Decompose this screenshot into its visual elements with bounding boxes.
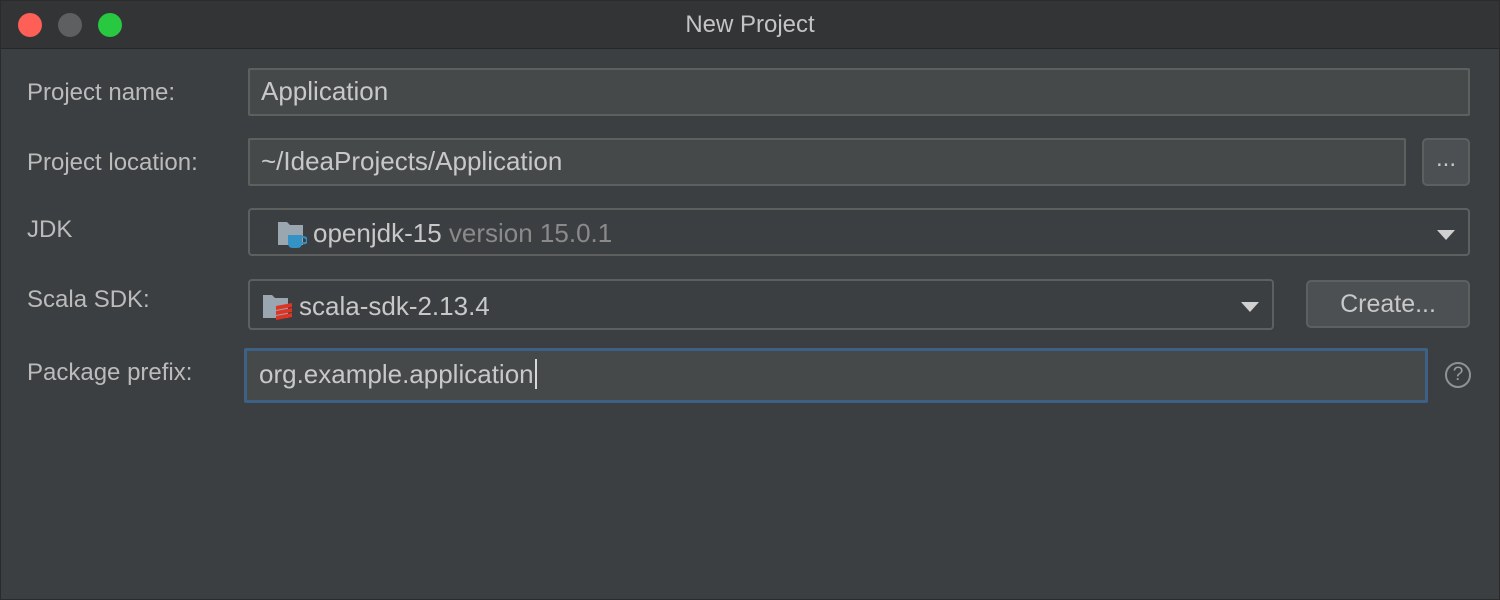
package-prefix-label: Package prefix: — [27, 359, 193, 386]
scala-sdk-dropdown[interactable]: scala-sdk-2.13.4 — [248, 279, 1274, 330]
help-icon[interactable]: ? — [1445, 362, 1471, 388]
jdk-dropdown[interactable]: openjdk-15 version 15.0.1 — [248, 208, 1470, 256]
browse-location-button[interactable]: ... — [1422, 138, 1470, 186]
new-project-window: New Project Project name: Application Pr… — [0, 0, 1500, 600]
create-sdk-button[interactable]: Create... — [1306, 280, 1470, 328]
project-location-label: Project location: — [27, 149, 198, 176]
scala-sdk-label: Scala SDK: — [27, 286, 150, 313]
scala-sdk-value: scala-sdk-2.13.4 — [299, 291, 490, 321]
jdk-name: openjdk-15 — [313, 218, 442, 248]
window-title: New Project — [685, 11, 815, 38]
package-prefix-input[interactable]: org.example.application — [244, 348, 1428, 403]
scala-folder-icon — [262, 292, 294, 329]
package-prefix-value: org.example.application — [259, 359, 534, 389]
text-caret — [534, 359, 537, 390]
jdk-version: version 15.0.1 — [448, 218, 613, 248]
project-location-input[interactable]: ~/IdeaProjects/Application — [248, 138, 1406, 186]
jdk-label: JDK — [27, 216, 73, 243]
jdk-folder-icon — [277, 219, 309, 256]
title-bar: New Project — [1, 1, 1499, 49]
chevron-down-icon — [1241, 302, 1259, 312]
chevron-down-icon — [1437, 230, 1455, 240]
project-name-label: Project name: — [27, 79, 176, 106]
project-name-input[interactable]: Application — [248, 68, 1470, 116]
